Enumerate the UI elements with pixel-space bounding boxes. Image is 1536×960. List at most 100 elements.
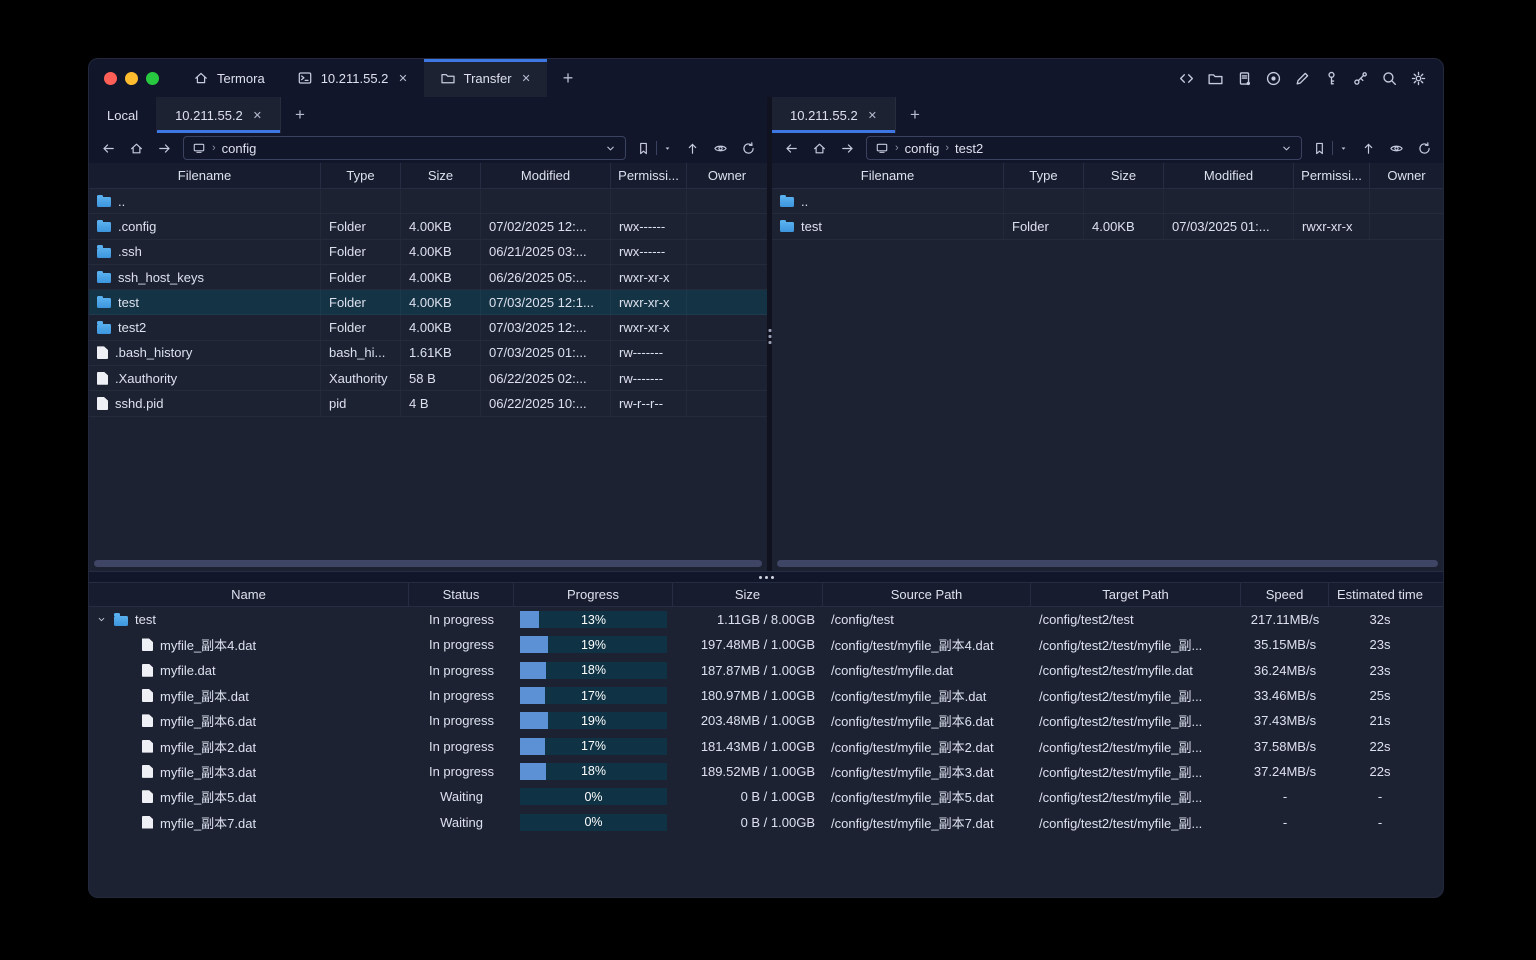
progress-cell: 19% xyxy=(514,708,673,733)
titlebar-tab-10-211-55-2[interactable]: 10.211.55.2 ✕ xyxy=(281,59,424,97)
column-header[interactable]: Name xyxy=(89,583,409,606)
column-header[interactable]: Size xyxy=(673,583,823,606)
folder-button[interactable] xyxy=(1206,69,1224,87)
keychain-button[interactable] xyxy=(1351,69,1369,87)
key-button[interactable] xyxy=(1322,69,1340,87)
path-field-left[interactable]: › config xyxy=(183,136,626,160)
close-tab-icon[interactable]: ✕ xyxy=(868,109,877,122)
transfer-row[interactable]: myfile_副本7.dat Waiting 0% 0 B / 1.00GB/conf… xyxy=(89,809,1443,834)
chevron-down-icon[interactable] xyxy=(604,142,617,155)
table-row[interactable]: .. xyxy=(772,189,1443,215)
close-tab-icon[interactable]: ✕ xyxy=(522,72,531,85)
horizontal-scrollbar[interactable] xyxy=(94,560,762,567)
table-row[interactable]: test Folder 4.00KB 07/03/2025 01:... rwxr-xr… xyxy=(772,214,1443,240)
column-header[interactable]: Target Path xyxy=(1031,583,1241,606)
breadcrumb-segment[interactable]: config xyxy=(222,141,257,156)
arrow-left-button[interactable] xyxy=(782,139,800,157)
log-button[interactable] xyxy=(1235,69,1253,87)
table-row[interactable]: ssh_host_keys Folder 4.00KB 06/26/2025 05:.… xyxy=(89,265,767,291)
arrow-up-button[interactable] xyxy=(683,139,701,157)
transfer-row[interactable]: myfile_副本3.dat In progress 18% 189.52MB / 1… xyxy=(89,759,1443,784)
gear-button[interactable] xyxy=(1409,69,1427,87)
table-row[interactable]: test2 Folder 4.00KB 07/03/2025 12:... rwxr-x… xyxy=(89,315,767,341)
new-panel-tab-button[interactable]: + xyxy=(281,97,319,133)
eye-button[interactable] xyxy=(711,139,729,157)
home-button[interactable] xyxy=(810,139,828,157)
horizontal-splitter[interactable] xyxy=(89,571,1443,583)
titlebar-tab-termora[interactable]: Termora xyxy=(177,59,281,97)
column-header[interactable]: Permissi... xyxy=(1294,163,1370,188)
minimize-window-button[interactable] xyxy=(125,71,138,85)
zoom-window-button[interactable] xyxy=(146,71,159,85)
column-header[interactable]: Progress xyxy=(514,583,673,606)
new-panel-tab-button[interactable]: + xyxy=(896,97,934,133)
breadcrumb-segment[interactable]: config xyxy=(905,141,940,156)
close-window-button[interactable] xyxy=(104,71,117,85)
arrow-right-button[interactable] xyxy=(838,139,856,157)
table-row[interactable]: test Folder 4.00KB 07/03/2025 12:1... rwxr-x… xyxy=(89,290,767,316)
speed-cell: 33.46MB/s xyxy=(1253,688,1317,704)
transfer-row[interactable]: myfile_副本2.dat In progress 17% 181.43MB / 1… xyxy=(89,733,1443,758)
pencil-button[interactable] xyxy=(1293,69,1311,87)
progress-bar: 18% xyxy=(520,661,667,679)
code-button[interactable] xyxy=(1177,69,1195,87)
record-button[interactable] xyxy=(1264,69,1282,87)
home-button[interactable] xyxy=(127,139,145,157)
column-header[interactable]: Owner xyxy=(687,163,767,188)
caret-down-icon[interactable] xyxy=(1338,143,1349,154)
table-row[interactable]: .config Folder 4.00KB 07/02/2025 12:... rwx-… xyxy=(89,214,767,240)
horizontal-scrollbar[interactable] xyxy=(777,560,1438,567)
column-header[interactable]: Modified xyxy=(1164,163,1294,188)
transfer-row[interactable]: myfile_副本5.dat Waiting 0% 0 B / 1.00GB/conf… xyxy=(89,784,1443,809)
bookmark-group xyxy=(636,141,673,156)
refresh-button[interactable] xyxy=(1415,139,1433,157)
chevron-down-icon[interactable] xyxy=(1280,142,1293,155)
transfer-row[interactable]: test In progress 13% 1.11GB / 8.00GB/config… xyxy=(89,607,1443,632)
arrow-right-button[interactable] xyxy=(155,139,173,157)
path-field-right[interactable]: › config › test2 xyxy=(866,136,1302,160)
table-row[interactable]: .Xauthority Xauthority 58 B 06/22/2025 02:.… xyxy=(89,366,767,392)
titlebar-tab-transfer[interactable]: Transfer ✕ xyxy=(423,59,547,97)
table-row[interactable]: sshd.pid pid 4 B 06/22/2025 10:... rw-r--r-- xyxy=(89,391,767,417)
column-header[interactable]: Filename xyxy=(89,163,321,188)
filename: .. xyxy=(801,193,809,209)
table-row[interactable]: .bash_history bash_hi... 1.61KB 07/03/2025 … xyxy=(89,341,767,367)
panel-tab-10-211-55-2[interactable]: 10.211.55.2 ✕ xyxy=(772,97,896,133)
transfer-row[interactable]: myfile_副本6.dat In progress 19% 203.48MB / 1… xyxy=(89,708,1443,733)
column-header[interactable]: Size xyxy=(401,163,481,188)
eye-button[interactable] xyxy=(1387,139,1405,157)
transfer-panel: Name Status Progress Size Source Path Target … xyxy=(89,583,1443,897)
table-row[interactable]: .. xyxy=(89,189,767,215)
panel-tab-local[interactable]: Local xyxy=(89,97,158,133)
column-header[interactable]: Filename xyxy=(772,163,1004,188)
close-tab-icon[interactable]: ✕ xyxy=(253,109,262,122)
close-tab-icon[interactable]: ✕ xyxy=(398,72,407,85)
caret-down-icon[interactable] xyxy=(662,143,673,154)
column-header[interactable]: Modified xyxy=(481,163,611,188)
arrow-left-button[interactable] xyxy=(99,139,117,157)
transfer-row[interactable]: myfile_副本4.dat In progress 19% 197.48MB / 1… xyxy=(89,632,1443,657)
bookmark-icon[interactable] xyxy=(636,141,651,156)
breadcrumb-segment[interactable]: test2 xyxy=(955,141,983,156)
type-cell: Folder xyxy=(321,214,401,238)
bookmark-icon[interactable] xyxy=(1312,141,1327,156)
transfer-row[interactable]: myfile.dat In progress 18% 187.87MB / 1.00G… xyxy=(89,658,1443,683)
column-header[interactable]: Estimated time xyxy=(1329,583,1431,606)
transfer-header: Name Status Progress Size Source Path Target … xyxy=(89,583,1443,607)
column-header[interactable]: Permissi... xyxy=(611,163,687,188)
arrow-up-button[interactable] xyxy=(1359,139,1377,157)
column-header[interactable]: Type xyxy=(1004,163,1084,188)
new-tab-button[interactable]: + xyxy=(547,59,590,97)
column-header[interactable]: Owner xyxy=(1370,163,1443,188)
search-button[interactable] xyxy=(1380,69,1398,87)
refresh-button[interactable] xyxy=(739,139,757,157)
column-header[interactable]: Source Path xyxy=(823,583,1031,606)
column-header[interactable]: Size xyxy=(1084,163,1164,188)
column-header[interactable]: Speed xyxy=(1241,583,1329,606)
transfer-row[interactable]: myfile_副本.dat In progress 17% 180.97MB / 1.… xyxy=(89,683,1443,708)
table-row[interactable]: .ssh Folder 4.00KB 06/21/2025 03:... rwx----… xyxy=(89,240,767,265)
column-header[interactable]: Status xyxy=(409,583,514,606)
chevron-down-icon[interactable] xyxy=(95,614,107,625)
column-header[interactable]: Type xyxy=(321,163,401,188)
panel-tab-10-211-55-2[interactable]: 10.211.55.2 ✕ xyxy=(157,97,282,133)
